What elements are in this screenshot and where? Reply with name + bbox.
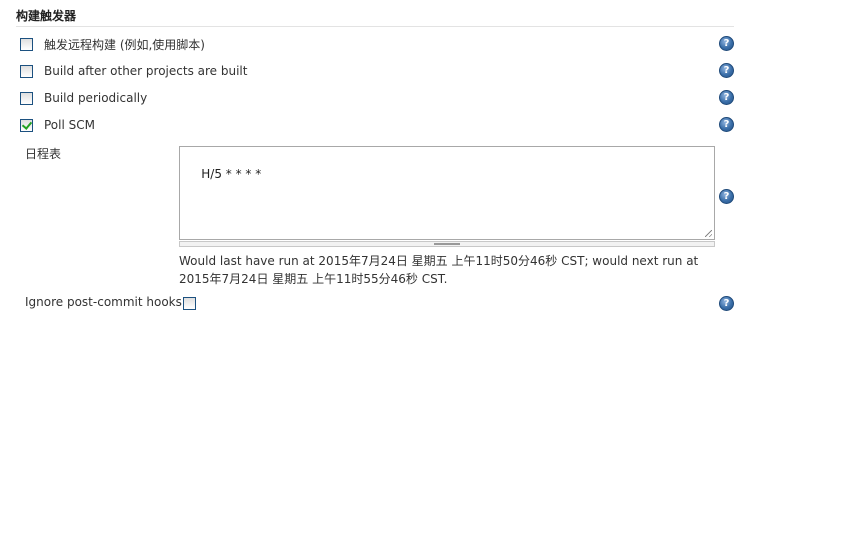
textarea-resize-bar[interactable] [179,241,715,247]
run-info-line: 2015年7月24日 星期五 上午11时55分46秒 CST. [179,272,448,286]
help-icon[interactable]: ? [719,189,734,204]
trigger-build-periodically-label[interactable]: Build periodically [44,91,147,105]
schedule-value: H/5 * * * * [201,167,262,181]
schedule-run-info: Would last have run at 2015年7月24日 星期五 上午… [179,252,719,288]
trigger-remote-build-checkbox[interactable] [20,37,33,51]
trigger-remote-build-row: 触发远程构建 (例如,使用脚本) [20,36,205,52]
trigger-poll-scm-label[interactable]: Poll SCM [44,118,95,132]
trigger-poll-scm-checkbox[interactable] [20,118,33,132]
help-icon[interactable]: ? [719,36,734,51]
help-icon[interactable]: ? [719,63,734,78]
schedule-textarea[interactable]: H/5 * * * * [179,146,715,240]
resize-grip-icon[interactable] [705,230,712,237]
schedule-label: 日程表 [25,147,62,161]
run-info-line: Would last have run at 2015年7月24日 星期五 上午… [179,254,699,268]
trigger-after-other-projects-checkbox[interactable] [20,64,33,78]
section-title: 构建触发器 [16,9,77,23]
drag-handle-icon [434,243,460,245]
trigger-after-other-projects-label[interactable]: Build after other projects are built [44,64,247,78]
trigger-poll-scm-row: Poll SCM [20,117,95,133]
trigger-remote-build-label[interactable]: 触发远程构建 (例如,使用脚本) [44,36,205,53]
trigger-build-periodically-row: Build periodically [20,90,147,106]
trigger-build-periodically-checkbox[interactable] [20,91,33,105]
section-divider [16,26,734,27]
help-icon[interactable]: ? [719,90,734,105]
help-icon[interactable]: ? [719,296,734,311]
ignore-post-commit-hooks-label: Ignore post-commit hooks [25,295,182,309]
help-icon[interactable]: ? [719,117,734,132]
ignore-post-commit-hooks-checkbox[interactable] [183,297,196,310]
trigger-after-other-projects-row: Build after other projects are built [20,63,247,79]
